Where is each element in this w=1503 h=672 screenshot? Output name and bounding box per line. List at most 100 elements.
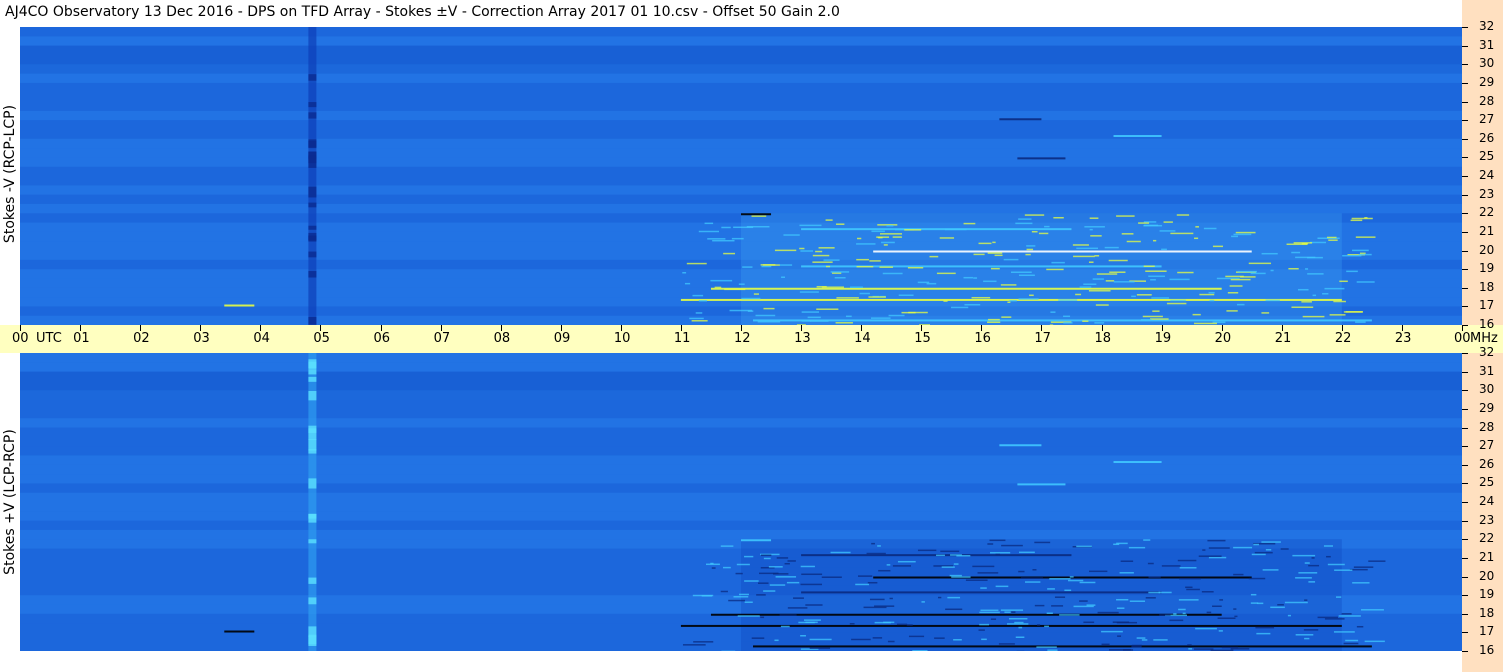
speckle — [1034, 541, 1051, 544]
speckle — [1096, 273, 1118, 275]
speckle — [729, 309, 753, 312]
speckle — [1104, 246, 1119, 249]
speckle — [1079, 581, 1096, 584]
speckle — [1179, 567, 1197, 569]
frequency-tick-mark — [1462, 502, 1468, 503]
speckle — [682, 272, 687, 274]
speckle — [869, 598, 885, 601]
speckle — [953, 639, 962, 641]
frequency-tick-mark — [1462, 390, 1468, 392]
speckle — [751, 215, 767, 217]
speckle — [992, 241, 996, 244]
frequency-tick-label: 16 — [1479, 643, 1495, 657]
frequency-tick-mark — [1462, 213, 1468, 215]
speckle — [1308, 581, 1316, 583]
speckle — [1237, 303, 1245, 306]
speckle — [1322, 293, 1329, 295]
interference-segment — [308, 478, 317, 489]
frequency-tick-label: 27 — [1479, 112, 1495, 127]
speckle — [1361, 609, 1384, 611]
spectrogram-bottom-panel — [20, 353, 1462, 651]
rfi-line — [801, 591, 1162, 594]
speckle — [990, 267, 1000, 270]
speckle — [756, 594, 766, 596]
speckle — [1000, 284, 1017, 286]
speckle — [1046, 612, 1053, 614]
interference-segment — [308, 376, 317, 382]
speckle — [1298, 572, 1318, 574]
speckle — [1150, 279, 1156, 281]
speckle — [769, 584, 786, 586]
speckle — [856, 258, 869, 261]
speckle — [825, 265, 831, 268]
frequency-tick-mark — [1462, 194, 1468, 196]
interference-segment — [308, 359, 317, 369]
speckle — [793, 597, 804, 599]
speckle — [980, 587, 987, 589]
speckle — [825, 219, 833, 221]
speckle — [1072, 244, 1089, 246]
speckle — [1317, 616, 1338, 619]
speckle — [878, 236, 883, 239]
speckle — [1179, 577, 1201, 580]
rfi-line — [741, 213, 772, 216]
speckle — [1136, 294, 1152, 296]
speckle — [760, 616, 765, 619]
speckle — [934, 637, 945, 639]
speckle — [990, 618, 997, 620]
speckle — [917, 281, 930, 284]
speckle — [1250, 602, 1259, 604]
speckle — [1083, 621, 1095, 624]
speckle — [1119, 572, 1134, 574]
speckle — [1015, 222, 1033, 225]
speckle — [1166, 302, 1187, 305]
speckle — [1229, 285, 1243, 287]
speckle — [787, 560, 796, 562]
frequency-tick-mark — [1462, 427, 1468, 429]
frequency-band — [20, 474, 1462, 484]
frequency-band — [20, 483, 1462, 493]
speckle — [801, 573, 823, 576]
speckle — [1308, 564, 1320, 567]
speckle — [1248, 577, 1266, 580]
speckle — [1009, 299, 1017, 302]
speckle — [1082, 320, 1089, 322]
speckle — [1208, 291, 1215, 294]
speckle — [1047, 649, 1058, 651]
speckle — [1291, 251, 1301, 254]
speckle — [1343, 642, 1359, 645]
speckle — [1343, 311, 1363, 313]
speckle — [1089, 217, 1099, 219]
speckle — [1143, 539, 1151, 541]
speckle — [971, 296, 991, 299]
speckle — [801, 320, 811, 322]
speckle — [1007, 623, 1029, 625]
rfi-line — [1113, 461, 1162, 464]
frequency-tick-mark — [1462, 464, 1468, 466]
speckle — [714, 286, 722, 289]
frequency-tick-label: 20 — [1479, 242, 1495, 257]
speckle — [951, 306, 969, 309]
rfi-line — [999, 118, 1042, 121]
speckle — [1284, 601, 1308, 604]
speckle — [1036, 646, 1057, 648]
speckle — [995, 585, 1009, 588]
speckle — [936, 554, 945, 557]
frequency-tick-label: 28 — [1479, 93, 1495, 108]
speckle — [786, 581, 800, 584]
speckle — [761, 265, 772, 268]
speckle — [892, 236, 902, 238]
speckle — [1010, 271, 1032, 274]
frequency-band — [20, 36, 1462, 46]
speckle — [758, 582, 769, 584]
speckle — [867, 581, 878, 584]
speckle — [753, 293, 759, 295]
speckle — [906, 624, 913, 626]
frequency-tick-label: 19 — [1479, 587, 1495, 602]
speckle — [1356, 625, 1364, 628]
speckle — [921, 601, 925, 603]
speckle — [1303, 629, 1319, 631]
speckle — [693, 641, 714, 643]
speckle — [1150, 318, 1169, 320]
speckle — [1026, 245, 1036, 247]
